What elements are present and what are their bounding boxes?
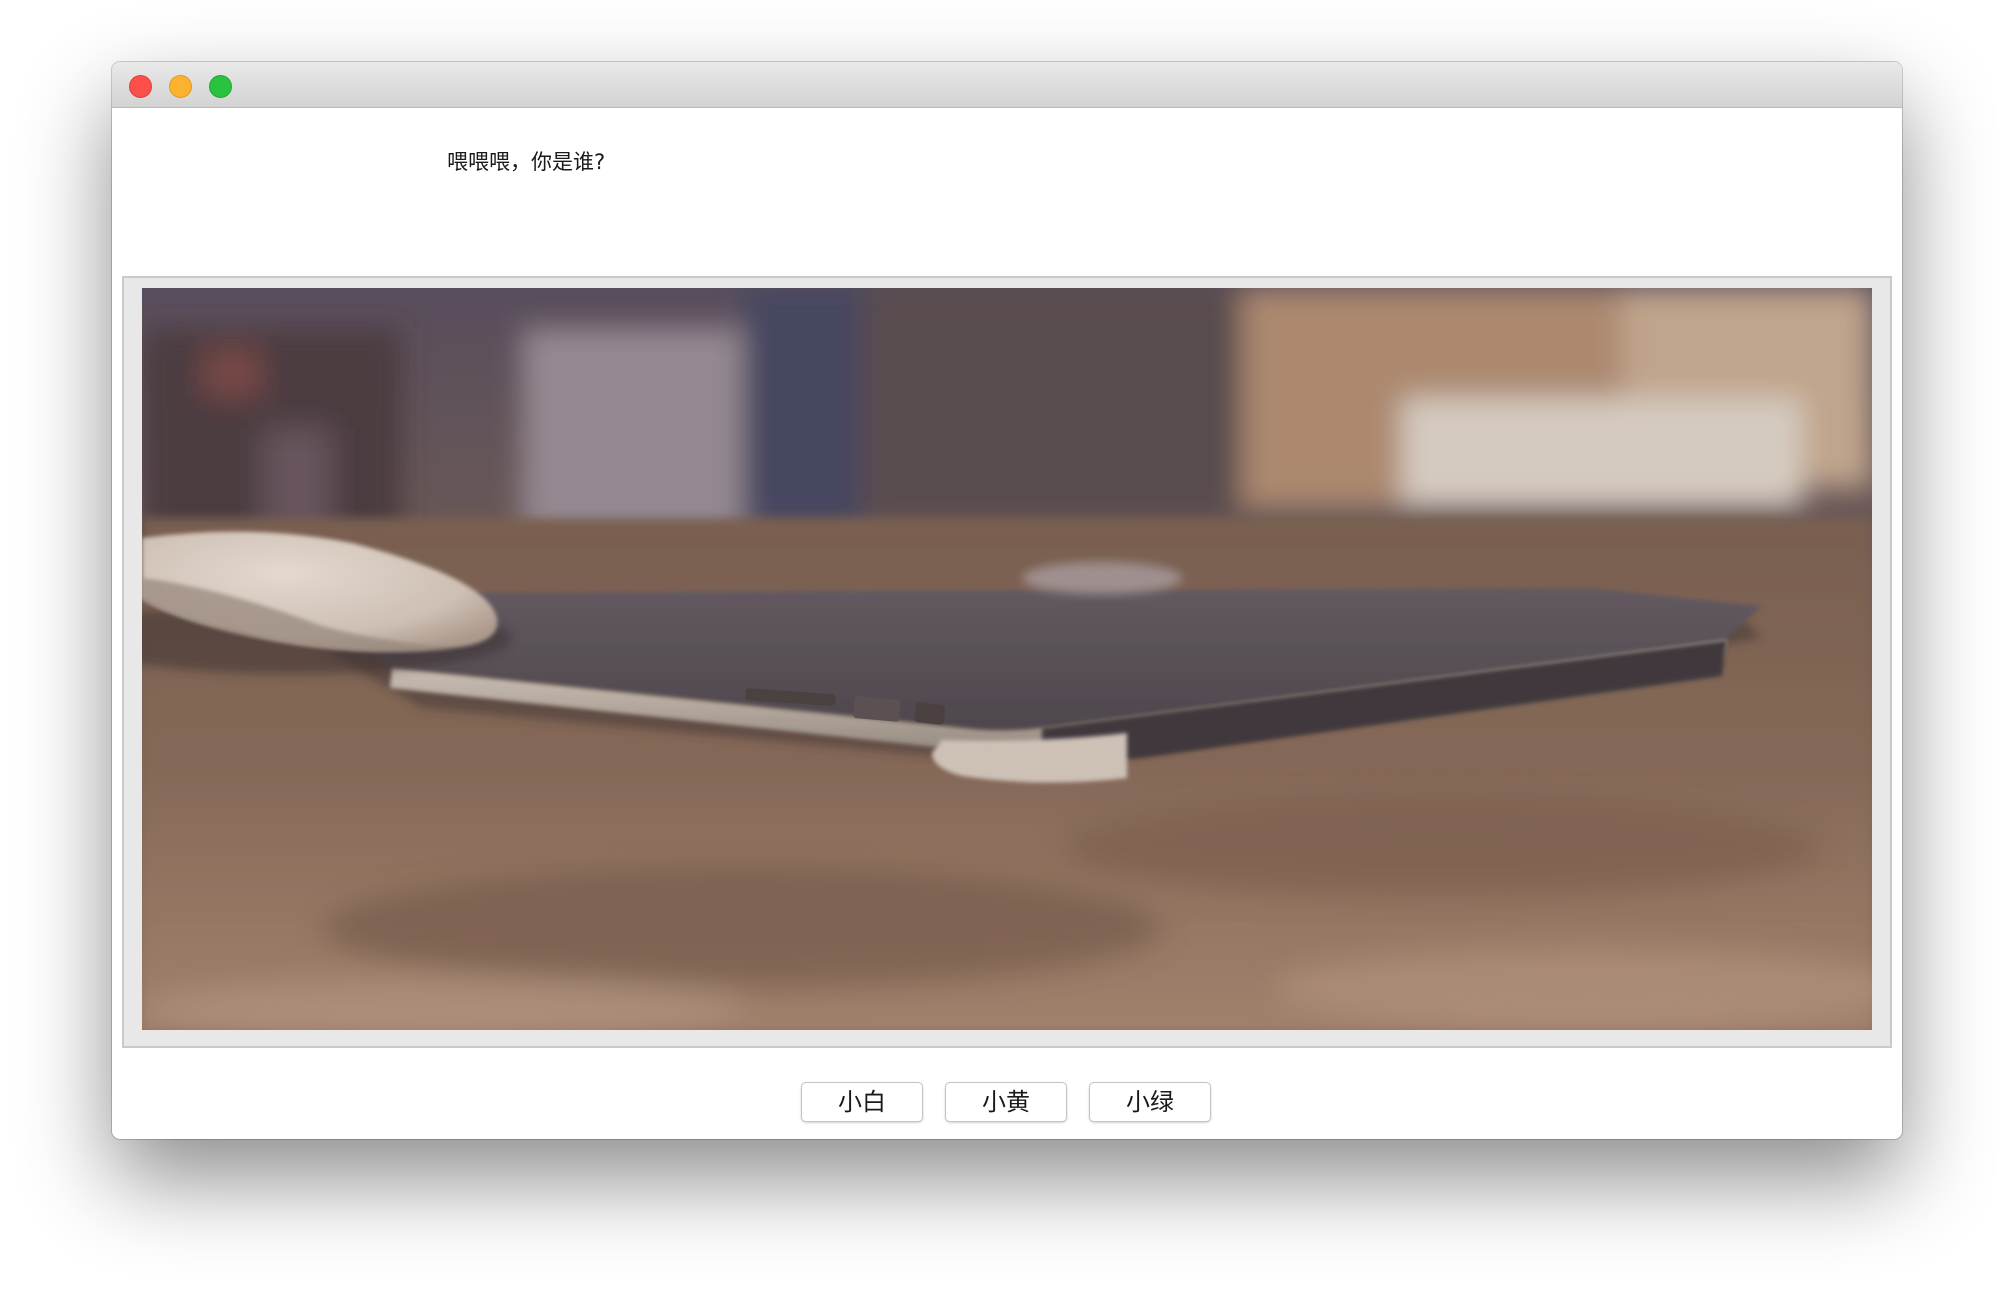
xiaobai-button[interactable]: 小白 bbox=[801, 1082, 923, 1122]
xiaohuang-button[interactable]: 小黄 bbox=[945, 1082, 1067, 1122]
greeting-label: 喂喂喂，你是谁? bbox=[447, 150, 606, 174]
xiaolv-button[interactable]: 小绿 bbox=[1089, 1082, 1211, 1122]
close-icon[interactable] bbox=[129, 75, 152, 98]
maximize-icon[interactable] bbox=[209, 75, 232, 98]
image-panel bbox=[122, 276, 1892, 1048]
button-row: 小白 小黄 小绿 bbox=[112, 1082, 1902, 1122]
app-window: 喂喂喂，你是谁? 小白 小黄 小绿 bbox=[112, 62, 1902, 1139]
title-bar[interactable] bbox=[112, 62, 1902, 108]
minimize-icon[interactable] bbox=[169, 75, 192, 98]
laptop-photo bbox=[142, 288, 1872, 1030]
desktop-stage: 喂喂喂，你是谁? 小白 小黄 小绿 bbox=[0, 0, 2014, 1300]
